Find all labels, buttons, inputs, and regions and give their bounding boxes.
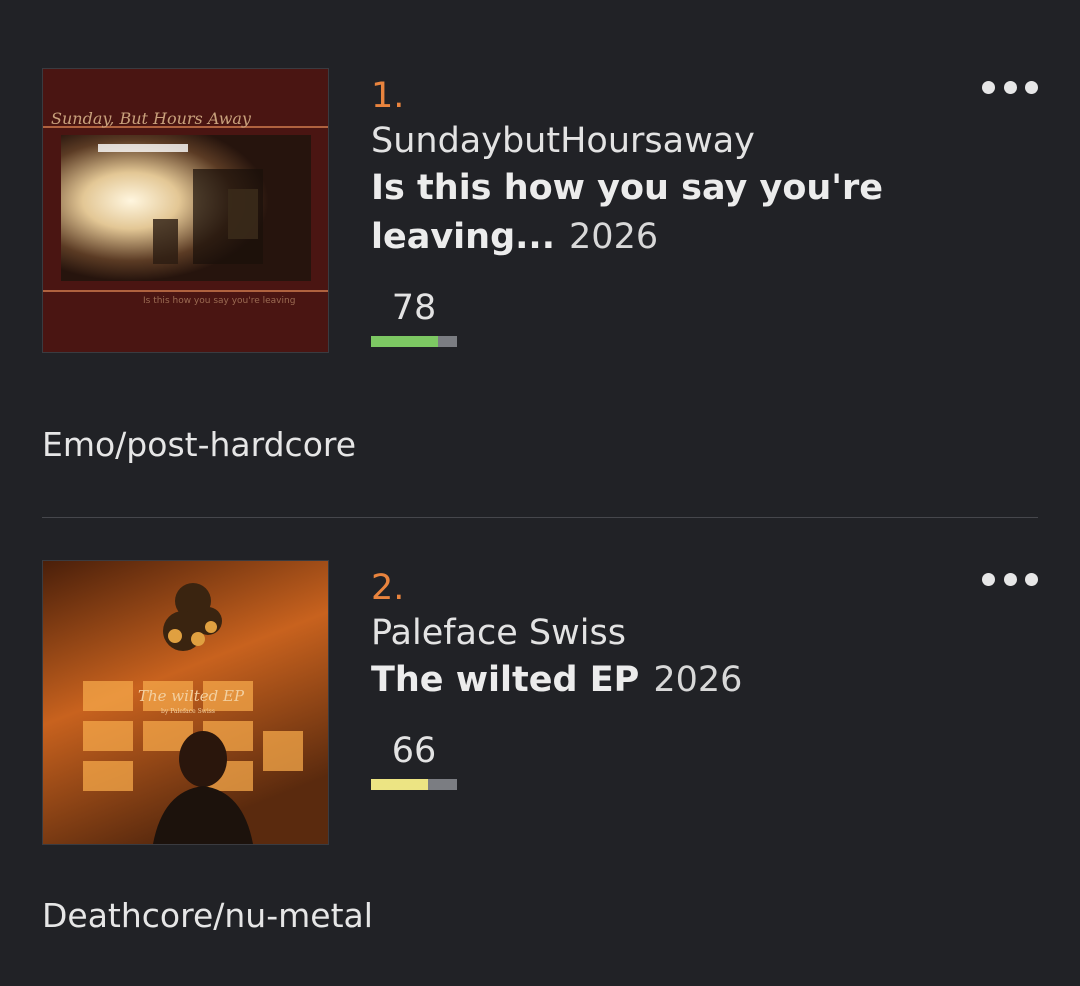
list-item[interactable]: The wilted EP by Paleface Swiss 2. Palef… — [0, 518, 1080, 986]
more-horizontal-icon — [1003, 80, 1017, 94]
album-art-image: The wilted EP by Paleface Swiss — [43, 561, 328, 844]
list-item[interactable]: Sunday, But Hours Away Is this how you s… — [0, 0, 1080, 517]
more-horizontal-icon — [1003, 572, 1017, 586]
album-title[interactable]: Is this how you say you're leaving... 202… — [371, 164, 931, 262]
more-horizontal-icon — [1025, 572, 1038, 586]
score-bar — [371, 779, 457, 790]
release-year: 2026 — [569, 217, 659, 257]
album-title-line-2: leaving... — [371, 217, 556, 257]
genre-label[interactable]: Emo/post-hardcore — [42, 425, 356, 465]
cover-subtitle-text: Is this how you say you're leaving — [143, 296, 295, 306]
cover-subtitle-text: by Paleface Swiss — [161, 708, 215, 715]
artist-name[interactable]: SundaybutHoursaway — [371, 116, 931, 166]
score-bar — [371, 336, 457, 347]
score: 78 — [371, 286, 457, 347]
release-year: 2026 — [653, 660, 743, 700]
title-line: The wilted EP 2026 — [371, 656, 931, 705]
album-cover[interactable]: Sunday, But Hours Away Is this how you s… — [42, 68, 329, 353]
score-bar-fill — [371, 336, 439, 347]
title-line: Is this how you say you're leaving... 202… — [371, 164, 931, 262]
more-horizontal-icon — [1025, 80, 1038, 94]
album-title-line-1: Is this how you say you're — [371, 168, 884, 208]
genre-label[interactable]: Deathcore/nu-metal — [42, 896, 373, 936]
album-list: Sunday, But Hours Away Is this how you s… — [0, 0, 1080, 986]
album-art-image: Sunday, But Hours Away Is this how you s… — [43, 69, 328, 352]
cover-band-text: Sunday, But Hours Away — [51, 109, 252, 128]
rank-number: 2. — [371, 568, 405, 608]
album-title[interactable]: The wilted EP — [371, 660, 639, 700]
rank-number: 1. — [371, 76, 405, 116]
more-horizontal-icon — [982, 572, 995, 586]
cover-title-text: The wilted EP — [138, 687, 245, 705]
artist-name[interactable]: Paleface Swiss — [371, 608, 931, 658]
score: 66 — [371, 729, 457, 790]
more-horizontal-icon — [982, 80, 995, 94]
album-info: 1. SundaybutHoursaway Is this how you sa… — [371, 74, 931, 347]
album-cover[interactable]: The wilted EP by Paleface Swiss — [42, 560, 329, 845]
score-bar-fill — [371, 779, 428, 790]
score-value: 78 — [391, 288, 437, 328]
album-info: 2. Paleface Swiss The wilted EP 2026 66 — [371, 566, 931, 790]
more-options-button[interactable] — [982, 72, 1038, 102]
more-options-button[interactable] — [982, 564, 1038, 594]
score-value: 66 — [391, 731, 437, 771]
